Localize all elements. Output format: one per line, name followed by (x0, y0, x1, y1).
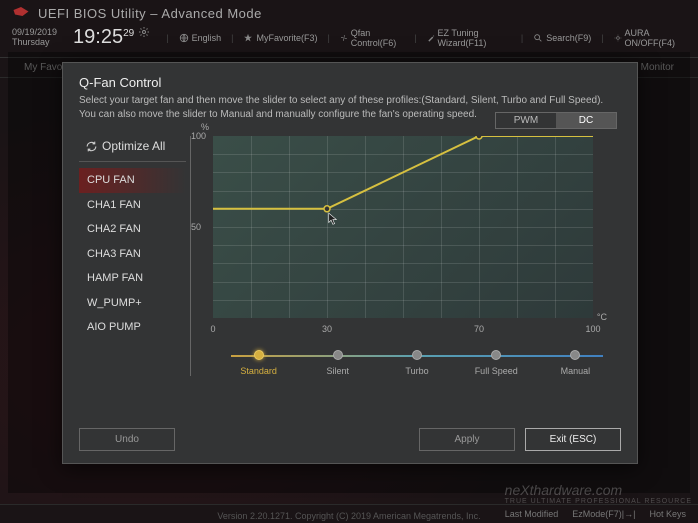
qfan-dialog: Q-Fan Control Select your target fan and… (62, 62, 638, 464)
aura-icon (614, 33, 622, 43)
date-block: 09/19/2019 Thursday (12, 28, 57, 48)
dialog-buttons: Undo Apply Exit (ESC) (79, 428, 621, 451)
chart-area: PWM DC % °C 100 50 0 30 70 100 Standard (191, 136, 621, 376)
app-title: UEFI BIOS Utility – Advanced Mode (38, 6, 262, 21)
undo-button[interactable]: Undo (79, 428, 175, 451)
refresh-icon (85, 140, 98, 153)
xtick-30: 30 (322, 324, 332, 334)
ytick-100: 100 (191, 131, 206, 141)
profile-silent[interactable]: Silent (298, 350, 377, 376)
star-icon (243, 33, 253, 43)
profile-dot (412, 350, 422, 360)
header: UEFI BIOS Utility – Advanced Mode 09/19/… (0, 0, 698, 58)
eztuning-button[interactable]: EZ Tuning Wizard(F11) (427, 28, 511, 48)
profile-standard[interactable]: Standard (219, 350, 298, 376)
fan-item-hamp[interactable]: HAMP FAN (79, 266, 186, 291)
profile-dot (333, 350, 343, 360)
cursor-icon (327, 212, 341, 226)
fan-item-cha1[interactable]: CHA1 FAN (79, 193, 186, 218)
xtick-70: 70 (474, 324, 484, 334)
qfan-button[interactable]: Qfan Control(F6) (340, 28, 404, 48)
search-button[interactable]: Search(F9) (533, 33, 591, 43)
apply-button[interactable]: Apply (419, 428, 515, 451)
profile-manual[interactable]: Manual (536, 350, 615, 376)
search-icon (533, 33, 543, 43)
profile-fullspeed[interactable]: Full Speed (457, 350, 536, 376)
fan-item-aio[interactable]: AIO PUMP (79, 315, 186, 340)
profile-dot (491, 350, 501, 360)
myfavorite-button[interactable]: MyFavorite(F3) (243, 33, 317, 43)
dialog-title: Q-Fan Control (79, 75, 621, 90)
fan-item-cha3[interactable]: CHA3 FAN (79, 242, 186, 267)
fan-list: Optimize All CPU FAN CHA1 FAN CHA2 FAN C… (79, 136, 191, 376)
day: Thursday (12, 38, 57, 48)
x-axis-unit: °C (597, 312, 607, 322)
fan-item-cha2[interactable]: CHA2 FAN (79, 217, 186, 242)
fan-icon (340, 33, 348, 43)
globe-icon (179, 33, 189, 43)
fan-item-wpump[interactable]: W_PUMP+ (79, 291, 186, 316)
rog-logo-icon (12, 4, 30, 22)
profile-slider[interactable]: Standard Silent Turbo Full Speed Manual (213, 350, 621, 376)
ytick-50: 50 (191, 222, 201, 232)
profile-dot (570, 350, 580, 360)
fan-item-cpu[interactable]: CPU FAN (79, 168, 186, 193)
mode-dc[interactable]: DC (556, 113, 616, 128)
wizard-icon (427, 33, 435, 43)
clock: 19:2529 (73, 26, 150, 49)
xtick-100: 100 (585, 324, 600, 334)
optimize-all-button[interactable]: Optimize All (79, 136, 186, 162)
version-text: Version 2.20.1271. Copyright (C) 2019 Am… (0, 511, 698, 521)
profile-turbo[interactable]: Turbo (377, 350, 456, 376)
gear-icon[interactable] (138, 26, 150, 38)
profile-dot (254, 350, 264, 360)
language-selector[interactable]: English (179, 33, 222, 43)
mode-pwm[interactable]: PWM (496, 113, 556, 128)
exit-button[interactable]: Exit (ESC) (525, 428, 621, 451)
fan-curve-plot[interactable]: % °C 100 50 0 30 70 100 (213, 136, 593, 318)
aura-button[interactable]: AURA ON/OFF(F4) (614, 28, 686, 48)
mode-toggle: PWM DC (495, 112, 617, 129)
xtick-0: 0 (210, 324, 215, 334)
